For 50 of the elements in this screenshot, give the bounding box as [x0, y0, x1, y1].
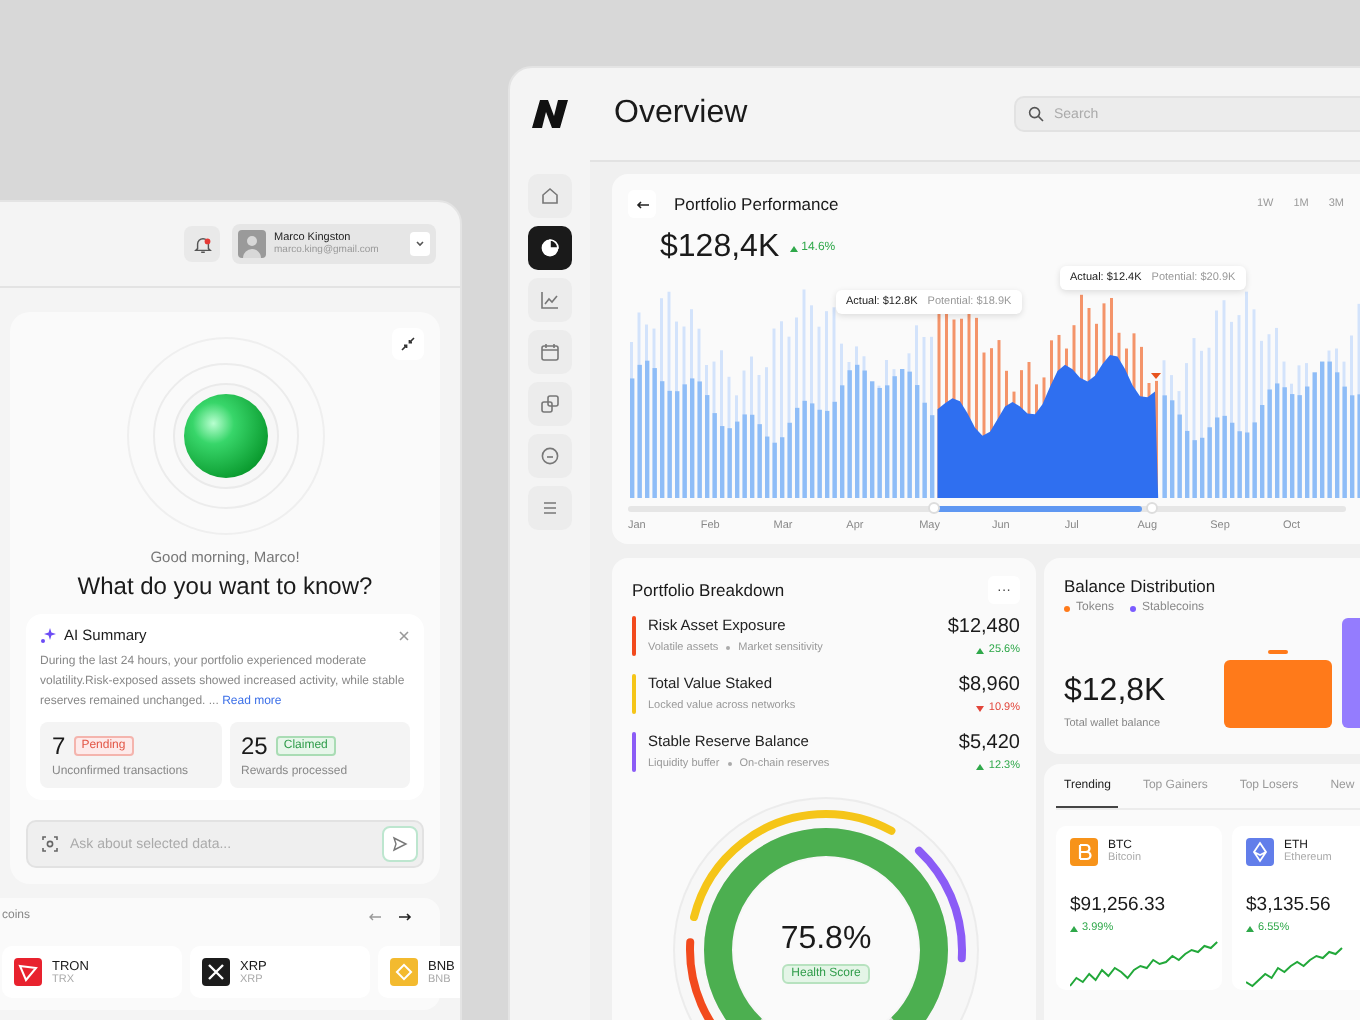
nav-chat-button[interactable]: [528, 434, 572, 478]
coin-price: $3,135.56: [1246, 894, 1333, 916]
menu-icon: [540, 498, 560, 518]
nav-calendar-button[interactable]: [528, 330, 572, 374]
card-title: Balance Distribution: [1064, 576, 1218, 596]
arrow-right-icon[interactable]: [398, 911, 412, 921]
category-value: $8,960: [958, 674, 1020, 696]
search-icon: [1028, 106, 1044, 122]
close-icon[interactable]: [398, 629, 410, 641]
portfolio-value: $128,4K: [660, 230, 780, 266]
balance-value: $12,8K: [1064, 674, 1168, 710]
question-heading: What do you want to know?: [77, 572, 373, 600]
nav-layers-button[interactable]: [528, 382, 572, 426]
coin-price: $91,256.33: [1070, 894, 1168, 916]
pie-icon: [540, 238, 560, 258]
marker-icon: [1151, 372, 1161, 379]
health-score-value: 75.8%: [780, 922, 872, 958]
stat-value: 7: [52, 732, 66, 760]
arrow-left-icon: [635, 199, 649, 209]
arrow-left-icon[interactable]: [368, 911, 382, 921]
scan-icon: [42, 836, 58, 852]
back-button[interactable]: [628, 190, 656, 218]
triangle-logo-icon: [14, 958, 42, 986]
x-logo-icon: [202, 958, 230, 986]
sparkle-icon: [40, 627, 56, 643]
nav-menu-button[interactable]: [528, 486, 572, 530]
cube-logo-icon: [390, 958, 418, 986]
chevron-icon: [410, 232, 430, 256]
avatar-icon: [238, 230, 266, 258]
chart-icon: [540, 290, 560, 310]
layers-icon: [540, 394, 560, 414]
stat-value: 25: [241, 732, 268, 760]
range-slider[interactable]: [628, 506, 1346, 512]
logo-icon: [530, 98, 570, 130]
bell-icon: [193, 235, 211, 253]
diamond-logo-icon: [1246, 838, 1274, 866]
page-title: Overview: [614, 96, 750, 132]
collapse-button[interactable]: [392, 328, 424, 360]
bitcoin-logo-icon: [1070, 838, 1098, 866]
collapse-icon: [400, 336, 416, 352]
card-title: Portfolio Breakdown: [632, 580, 785, 600]
category-value: $12,480: [947, 616, 1020, 638]
notification-button[interactable]: [184, 226, 220, 262]
nav-pie-button[interactable]: [528, 226, 572, 270]
send-button[interactable]: [382, 826, 418, 862]
send-icon: [392, 836, 408, 852]
card-title: Portfolio Performance: [674, 194, 839, 214]
home-icon: [540, 186, 560, 206]
calendar-icon: [540, 342, 560, 362]
category-value: $5,420: [958, 732, 1020, 754]
